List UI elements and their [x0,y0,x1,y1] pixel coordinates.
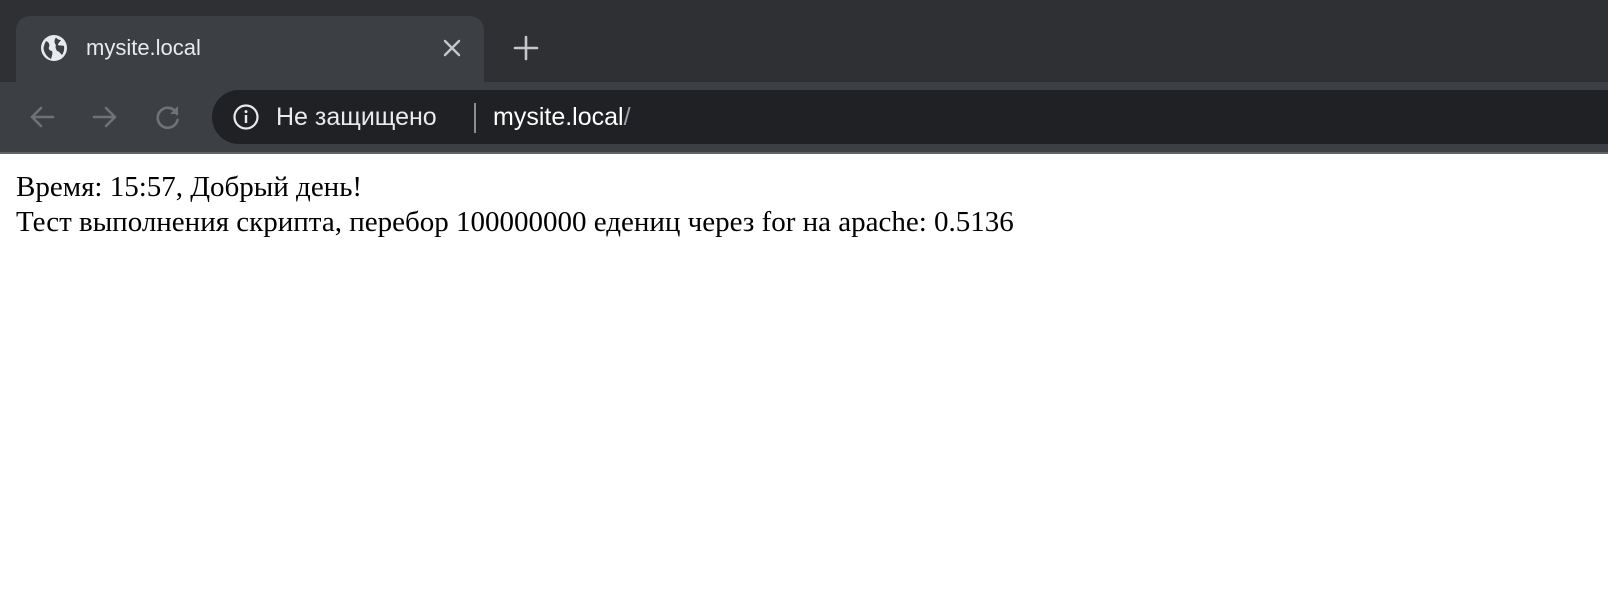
arrow-right-icon[interactable] [89,101,121,133]
url-path: / [623,103,631,131]
active-tab[interactable]: mysite.local [16,16,484,88]
page-content: Время: 15:57, Добрый день! Тест выполнен… [0,154,1608,592]
address-bar[interactable]: Не защищено mysite.local/ [212,90,1608,144]
browser-window: mysite.local Не защищено mysite.local/ В… [0,0,1608,592]
url-host: mysite.local [493,103,624,131]
close-icon[interactable] [440,36,464,60]
globe-icon [40,34,68,62]
url-text[interactable]: mysite.local/ [493,101,631,133]
plus-icon[interactable] [512,34,540,62]
reload-icon[interactable] [152,101,184,133]
tab-title: mysite.local [86,35,201,60]
benchmark-text: Тест выполнения скрипта, перебор 1000000… [16,206,1014,238]
toolbar: Не защищено mysite.local/ [0,82,1608,152]
greeting-text: Время: 15:57, Добрый день! [16,171,363,203]
omnibox-divider [474,103,476,133]
security-status-label[interactable]: Не защищено [276,101,437,133]
arrow-left-icon[interactable] [26,101,58,133]
tab-strip: mysite.local [0,0,1608,88]
info-icon[interactable] [232,103,260,131]
